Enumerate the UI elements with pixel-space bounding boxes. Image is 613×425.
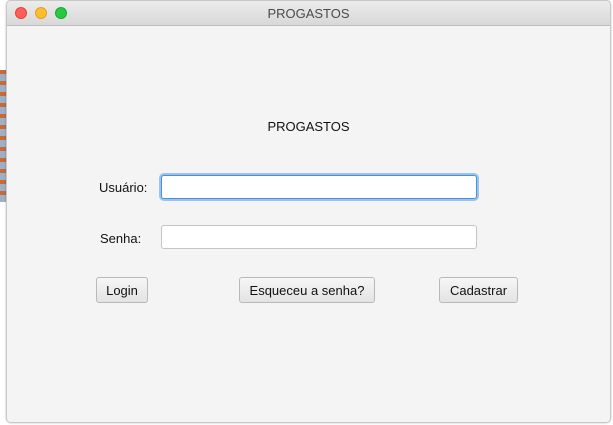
title-bar[interactable]: PROGASTOS <box>7 1 610 26</box>
forgot-password-button[interactable]: Esqueceu a senha? <box>239 277 375 303</box>
password-field[interactable] <box>161 225 477 249</box>
app-heading: PROGASTOS <box>267 119 350 134</box>
password-label: Senha: <box>100 231 142 246</box>
register-button[interactable]: Cadastrar <box>439 277 518 303</box>
username-field[interactable] <box>161 175 477 199</box>
window-title: PROGASTOS <box>267 6 350 21</box>
login-window: PROGASTOS PROGASTOS Usuário: Senha: Logi… <box>6 0 611 423</box>
login-button[interactable]: Login <box>96 277 148 303</box>
login-form: PROGASTOS Usuário: Senha: Login Esqueceu… <box>7 26 610 422</box>
username-label: Usuário: <box>99 180 148 195</box>
